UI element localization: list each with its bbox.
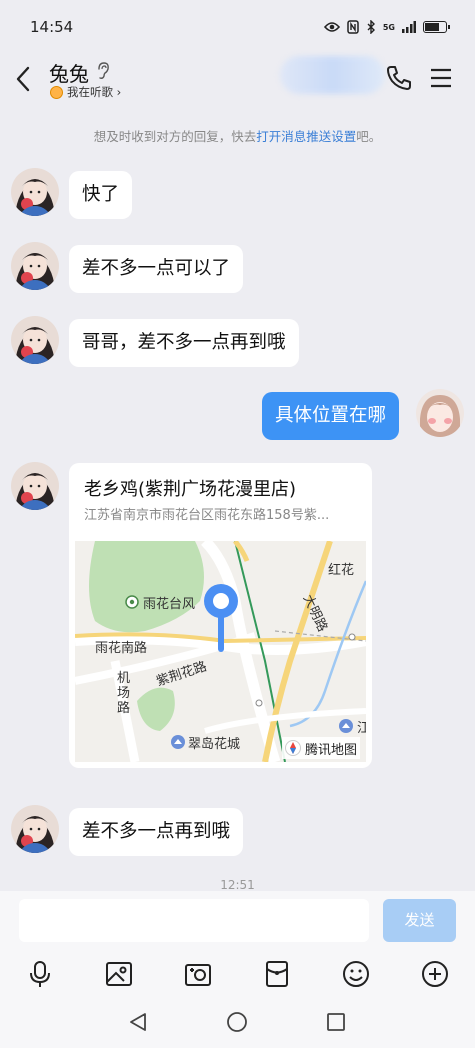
- my-message-bubble[interactable]: 具体位置在哪: [262, 392, 400, 440]
- back-triangle-icon[interactable]: [127, 1011, 149, 1033]
- microphone-icon[interactable]: [25, 959, 55, 989]
- status-time: 14:54: [30, 18, 74, 36]
- map-attribution: 腾讯地图: [281, 737, 360, 759]
- menu-icon[interactable]: [430, 68, 452, 88]
- map-label: 江: [357, 721, 366, 736]
- location-card[interactable]: 老乡鸡(紫荆广场花漫里店) 江苏省南京市雨花台区雨花东路158号紫... 雨花台…: [69, 463, 372, 768]
- plus-icon[interactable]: [420, 959, 450, 989]
- location-title: 老乡鸡(紫荆广场花漫里店): [84, 479, 297, 500]
- camera-icon[interactable]: [183, 959, 213, 989]
- send-button[interactable]: 发送: [383, 899, 456, 942]
- battery-icon: [423, 21, 450, 33]
- listening-ear-icon: [98, 62, 109, 79]
- chat-header: 兔兔 我在听歌 ›: [0, 54, 475, 106]
- signal-icon: [402, 21, 416, 33]
- contact-avatar[interactable]: [11, 462, 59, 510]
- contact-avatar[interactable]: [11, 242, 59, 290]
- recents-square-icon[interactable]: [325, 1011, 347, 1033]
- status-bar: 14:54 5G: [0, 0, 475, 54]
- location-address: 江苏省南京市雨花台区雨花东路158号紫...: [84, 508, 330, 523]
- network-type: 5G: [382, 22, 395, 32]
- notice-prefix: 想及时收到对方的回复，快去: [93, 129, 257, 144]
- location-map[interactable]: 雨花台风 雨花南路 紫荆花路 机场路 大明路 红花 翠岛花城 江 腾讯地图: [75, 541, 366, 762]
- map-label: 雨花台风: [143, 597, 196, 612]
- message-bubble[interactable]: 快了: [69, 171, 133, 219]
- message-bubble[interactable]: 哥哥，差不多一点再到哦: [69, 319, 299, 367]
- input-bar: 发送: [0, 891, 475, 951]
- eye-icon: [323, 22, 340, 32]
- phone-call-icon[interactable]: [385, 64, 413, 92]
- chat-toolbar: [0, 951, 475, 997]
- red-packet-icon[interactable]: [262, 959, 292, 989]
- push-notification-notice: 想及时收到对方的回复，快去打开消息推送设置吧。: [0, 126, 475, 145]
- tencent-map-logo-icon: [284, 740, 301, 756]
- status-icons: 5G: [323, 20, 450, 34]
- bluetooth-icon: [367, 20, 375, 34]
- nfc-icon: [347, 20, 359, 34]
- back-arrow-icon[interactable]: [12, 62, 36, 96]
- music-emoji-icon: [50, 85, 63, 99]
- home-circle-icon[interactable]: [226, 1011, 248, 1033]
- contact-avatar[interactable]: [11, 168, 59, 216]
- my-avatar[interactable]: [416, 389, 464, 437]
- message-bubble[interactable]: 差不多一点再到哦: [69, 808, 244, 856]
- message-input[interactable]: [19, 899, 369, 942]
- contact-status[interactable]: 我在听歌 ›: [50, 84, 121, 100]
- map-label: 翠岛花城: [188, 737, 241, 752]
- message-bubble[interactable]: 差不多一点可以了: [69, 245, 244, 293]
- blurred-header-element: [280, 56, 385, 94]
- map-label: 雨花南路: [95, 641, 148, 656]
- open-push-settings-link[interactable]: 打开消息推送设置: [256, 129, 356, 144]
- map-label: 机场路: [117, 671, 131, 716]
- contact-avatar[interactable]: [11, 805, 59, 853]
- system-nav-bar: [0, 997, 475, 1048]
- image-icon[interactable]: [104, 959, 134, 989]
- message-timestamp: 12:51: [220, 878, 255, 892]
- contact-avatar[interactable]: [11, 316, 59, 364]
- notice-suffix: 吧。: [356, 129, 382, 144]
- contact-status-text: 我在听歌 ›: [67, 85, 122, 99]
- map-label: 红花: [328, 563, 355, 578]
- contact-name[interactable]: 兔兔: [49, 58, 89, 87]
- map-attribution-text: 腾讯地图: [304, 742, 357, 758]
- emoji-icon[interactable]: [341, 959, 371, 989]
